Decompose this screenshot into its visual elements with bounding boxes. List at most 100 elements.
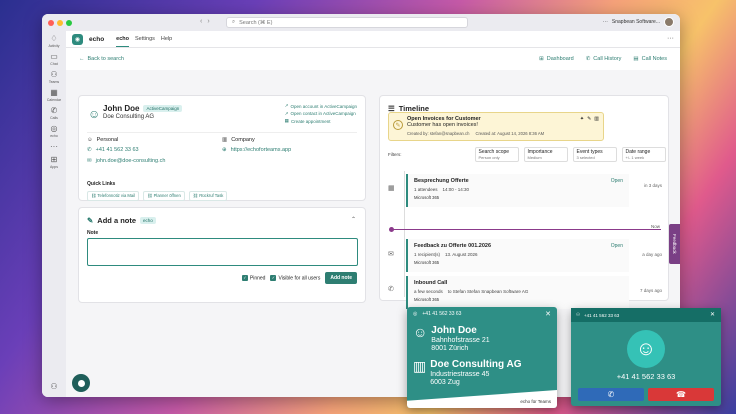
trash-icon[interactable]: ▥ — [594, 116, 599, 122]
filter-search-scope[interactable]: Search scope Person only — [474, 147, 519, 162]
forward-arrow-icon[interactable]: › — [207, 18, 209, 25]
rail-item-calendar[interactable]: ▦ Calendar — [47, 89, 61, 103]
open-contact-link[interactable]: ↗ Open contact in ActiveCampaign — [285, 111, 357, 117]
building-icon: ▥ — [413, 358, 427, 374]
contact-card: ☺ John Doe ActiveCampaign Doe Consulting … — [78, 95, 366, 201]
alert-actions: ✦ ✎ ▥ — [580, 116, 599, 122]
help-icon[interactable]: ⚇ — [42, 382, 66, 391]
rail-item-more[interactable]: ··· — [50, 143, 58, 151]
user-avatar[interactable] — [664, 17, 674, 27]
call-notes-link[interactable]: ▤ Call Notes — [633, 56, 667, 62]
filter-date-range[interactable]: Date range +/- 1 week — [621, 147, 666, 162]
timeline-event[interactable]: Besprechung Offerte 1 attendees 14:00 - 1… — [406, 174, 629, 207]
rail-item-chat[interactable]: ▭ Chat — [50, 53, 58, 67]
person-icon: ☺ — [635, 337, 657, 360]
echo-logo-icon: ◎ — [413, 311, 418, 317]
back-arrow-icon[interactable]: ‹ — [200, 18, 202, 25]
close-window-button[interactable] — [48, 19, 54, 26]
feedback-tab[interactable]: Feedback — [669, 224, 680, 264]
now-indicator-dot — [389, 227, 394, 232]
window-controls — [48, 19, 72, 26]
mail-icon: ✉ — [388, 251, 394, 258]
checkmark-icon: ✓ — [270, 274, 277, 281]
add-note-header: ✎ Add a note echo — [87, 216, 357, 225]
apps-icon: ⊞ — [50, 155, 58, 164]
visible-checkbox[interactable]: ✓ Visible for all users — [270, 274, 320, 281]
pencil-icon: ✎ — [87, 216, 94, 225]
echo-logo-icon: ◉ — [72, 33, 83, 45]
caller-person: ☺ John Doe Bahnhofstrasse 21 8001 Zürich — [413, 325, 490, 352]
filters-label: Filters: — [388, 152, 402, 157]
open-event-link[interactable]: Open — [611, 178, 623, 184]
accept-call-button[interactable]: ✆ — [578, 388, 644, 401]
minimize-window-button[interactable] — [57, 19, 63, 26]
filter-importance[interactable]: Importance Medium — [523, 147, 568, 162]
call-history-link[interactable]: ✆ Call History — [586, 56, 622, 62]
tab-echo[interactable]: echo — [116, 32, 130, 47]
add-note-card: ✎ Add a note echo ⌃ Note ✓ Pinned ✓ Visible … — [78, 207, 366, 303]
incoming-call-window: ⚇ +41 41 562 33 63 ✕ ☺ +41 41 562 33 63 ✆… — [571, 308, 721, 406]
timeline-event[interactable]: Inbound Call a few seconds to Stefan Stef… — [406, 276, 629, 309]
nav-arrows: ‹ › — [200, 18, 210, 25]
calendar-icon: ▦ — [388, 185, 395, 192]
popup-footer-text: echo für Teams — [520, 399, 551, 404]
timeline-event[interactable]: Feedback zu Offerte 001.2026 1 recipient… — [406, 239, 629, 272]
tenant-label[interactable]: Snapbean Software... — [612, 19, 660, 25]
close-icon[interactable]: ✕ — [545, 310, 551, 318]
more-options-icon[interactable]: ··· — [667, 35, 674, 42]
edit-icon[interactable]: ✎ — [587, 116, 591, 122]
pinned-checkbox[interactable]: ✓ Pinned — [241, 274, 265, 281]
more-options-icon[interactable]: ··· — [603, 19, 608, 25]
quick-links-label: Quick Links — [87, 181, 116, 187]
call-number: +41 41 562 33 63 — [616, 372, 676, 381]
chat-bubble-button[interactable] — [72, 374, 90, 392]
rail-item-teams[interactable]: ⚇ Teams — [49, 71, 59, 85]
rail-item-echo[interactable]: ◎ echo — [50, 125, 58, 139]
open-account-link[interactable]: ↗ Open account in ActiveCampaign — [285, 103, 357, 109]
rail-item-activity[interactable]: ♢ Activity — [48, 35, 59, 49]
external-link-icon: ↗ — [284, 103, 289, 108]
maximize-window-button[interactable] — [66, 19, 72, 26]
email-link[interactable]: ✉ john.doe@doe-consulting.ch — [87, 158, 227, 164]
filter-event-types[interactable]: Event types 3 selected — [572, 147, 617, 162]
hang-up-icon: ☎ — [676, 390, 686, 399]
close-icon[interactable]: ✕ — [710, 311, 715, 318]
add-note-button[interactable]: Add note — [325, 272, 357, 284]
note-badge: echo — [140, 217, 156, 224]
note-label: Note — [87, 230, 99, 236]
tab-settings[interactable]: Settings — [135, 32, 155, 46]
teams-icon: ⚇ — [576, 312, 581, 317]
now-label: Now — [650, 224, 660, 229]
chevron-up-icon[interactable]: ⌃ — [351, 216, 356, 223]
website-link[interactable]: ⊕ https://echoforteams.app — [222, 147, 357, 153]
quick-link-mail-button[interactable]: ⛓ Telefonnotiz via Mail — [87, 191, 140, 201]
rail-item-apps[interactable]: ⊞ Apps — [50, 155, 58, 170]
now-indicator-line — [391, 229, 661, 230]
tab-help[interactable]: Help — [161, 32, 172, 46]
open-event-link[interactable]: Open — [611, 243, 623, 249]
dashboard-link[interactable]: ⊞ Dashboard — [539, 56, 574, 62]
search-icon: ⌕ — [232, 19, 236, 25]
building-icon: ▥ — [222, 137, 228, 143]
sub-navigation: ← Back to search ⊞ Dashboard ✆ Call History… — [66, 48, 680, 70]
phone-link[interactable]: ✆ +41 41 562 33 63 — [87, 147, 222, 153]
external-link-icon: ↗ — [284, 110, 289, 116]
sub-navigation-links: ⊞ Dashboard ✆ Call History ▤ Call Notes — [539, 56, 667, 62]
phone-icon: ✆ — [585, 56, 591, 62]
event-meta: a few seconds to Stefan Stefan Snapbean S… — [414, 289, 529, 294]
note-textarea[interactable] — [87, 238, 358, 266]
pin-icon[interactable]: ✦ — [580, 116, 584, 122]
caller-company: ▥ Doe Consulting AG Industriestrasse 45 … — [413, 359, 522, 386]
decline-call-button[interactable]: ☎ — [648, 388, 714, 401]
create-appointment-link[interactable]: ▦ Create appointment — [285, 118, 357, 124]
back-to-search-link[interactable]: ← Back to search — [79, 56, 124, 62]
quick-link-callback-button[interactable]: ⛓ Rückruf Task — [188, 191, 228, 201]
quick-link-planner-button[interactable]: ⛓ Planner öffnen — [143, 191, 185, 201]
search-input[interactable]: ⌕ Search (⌘ E) — [226, 17, 468, 28]
rail-item-calls[interactable]: ✆ Calls — [50, 107, 58, 121]
pinned-alert: ✎ Open Invoices for Customer Customer ha… — [388, 112, 604, 141]
grid-icon: ⊞ — [539, 56, 544, 62]
caller-city: 8001 Zürich — [431, 345, 469, 352]
caller-company-city: 6003 Zug — [430, 379, 460, 386]
app-rail: ♢ Activity ▭ Chat ⚇ Teams ▦ Calendar ✆ Calls … — [42, 31, 66, 397]
